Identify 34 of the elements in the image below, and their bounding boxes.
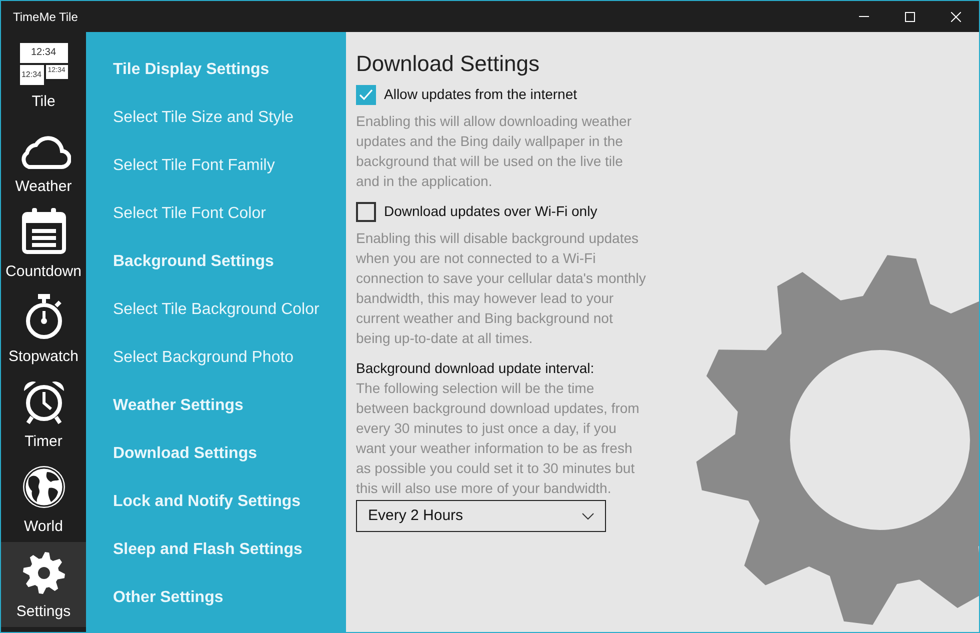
menu-item[interactable]: Select Tile Font Color — [113, 190, 346, 238]
checkmark-icon — [358, 86, 374, 102]
menu-header[interactable]: Tile Display Settings — [113, 46, 346, 94]
menu-item[interactable]: Select Tile Font Family — [113, 142, 346, 190]
nav-item[interactable]: Settings — [1, 542, 86, 627]
calendar-icon — [20, 206, 66, 254]
option-description: Enabling this will allow downloading weather updates and the Bing daily wallpaper in the background that will be used on the live tile and in the application. — [356, 112, 632, 191]
settings-icon — [22, 550, 66, 594]
interval-label: Background download update interval: — [356, 359, 596, 378]
menu-header[interactable]: Weather Settings — [113, 382, 346, 430]
checkbox-label: Download updates over Wi-Fi only — [384, 202, 598, 221]
globe-icon — [20, 464, 66, 510]
menu-header[interactable]: Other Settings — [113, 574, 346, 622]
menu-header[interactable]: Lock and Notify Settings — [113, 478, 346, 526]
close-icon — [951, 12, 961, 22]
menu-header[interactable]: Background Settings — [113, 238, 346, 286]
option-description: Enabling this will disable background updates when you are not connected to a Wi-Fi connection to save your cellular data's monthly bandwidth, this may however lead to your current weather and Bing background not being up-to-date at all times. — [356, 229, 646, 348]
interval-dropdown[interactable]: Every 2 Hours — [356, 500, 606, 532]
menu-item[interactable]: Select Tile Size and Style — [113, 94, 346, 142]
checkbox[interactable] — [356, 84, 376, 104]
menu-item[interactable]: Select Background Photo — [113, 334, 346, 382]
interval-description: The following selection will be the time between background download updates, from every 30 minutes to just once a day, if you want your weather information to be as fresh as possible you could set it to 30 minutes but this will also use more of your bandwidth. — [356, 379, 640, 498]
minimize-icon — [859, 16, 869, 17]
stopwatch-icon — [24, 294, 64, 340]
menu-item[interactable]: Select Tile Background Color — [113, 286, 346, 334]
checkbox-label: Allow updates from the internet — [384, 85, 577, 104]
chevron-down-icon — [582, 512, 594, 520]
window-title: TimeMe Tile — [12, 8, 79, 26]
menu-header[interactable]: Sleep and Flash Settings — [113, 526, 346, 574]
section-title: Download Settings — [356, 50, 540, 78]
checkbox[interactable] — [356, 202, 376, 222]
maximize-icon — [905, 12, 915, 22]
alarm-clock-icon — [22, 378, 66, 424]
menu-header[interactable]: Download Settings — [113, 430, 346, 478]
